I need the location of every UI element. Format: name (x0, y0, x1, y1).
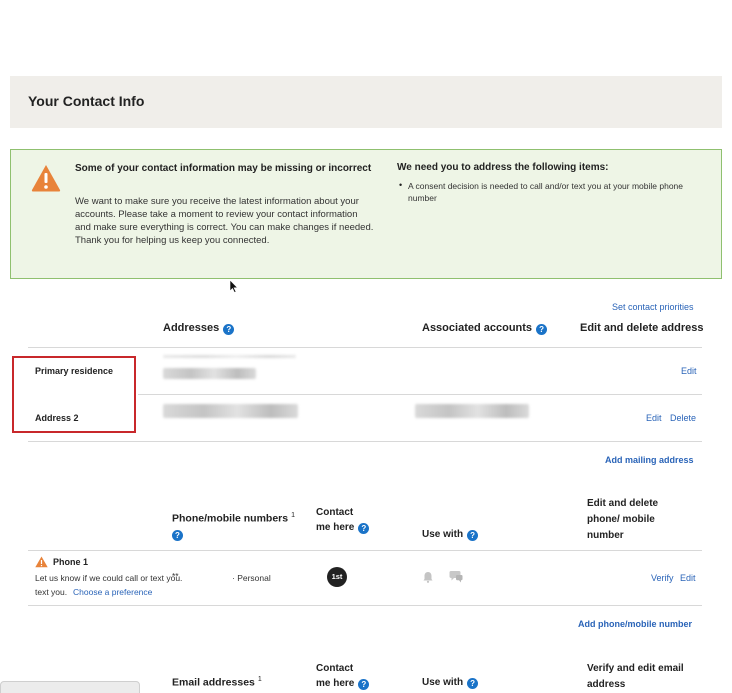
phone-numbers-column-header: Phone/mobile numbers 1 (172, 512, 307, 525)
set-contact-priorities-link[interactable]: Set contact priorities (612, 302, 694, 312)
warning-triangle-icon (35, 556, 48, 568)
bell-icon (423, 572, 433, 583)
phone-type: · Personal (232, 573, 271, 583)
email-contact-line1: Contact (316, 663, 354, 674)
question-circle-icon[interactable]: ? (172, 530, 183, 541)
use-with-label: Use with (422, 529, 464, 540)
email-addresses-column-header: Email addresses 1 (172, 676, 262, 689)
email-contact-me-here-header: Contact me here? (316, 661, 370, 691)
contact-header-line1: Contact (316, 507, 354, 518)
email-use-with-header: Use with? (422, 677, 479, 689)
page-title: Your Contact Info (28, 93, 145, 109)
alert-heading: Some of your contact information may be … (75, 163, 372, 174)
address-row-label: Address 2 (35, 413, 79, 423)
email-edit-line2: address (587, 679, 626, 690)
edit-phone-header-line1: Edit and delete (587, 498, 659, 509)
edit-phone-link[interactable]: Edit (680, 573, 696, 583)
contact-header-line2: me here (316, 522, 355, 533)
chat-icon (449, 571, 463, 583)
addresses-header-label: Addresses (163, 322, 220, 334)
phone-row-label: Phone 1 (53, 557, 89, 567)
question-circle-icon[interactable]: ? (358, 679, 370, 690)
priority-badge: 1st (327, 567, 347, 587)
email-header-label: Email addresses (172, 676, 255, 689)
delete-address-link[interactable]: Delete (670, 413, 696, 423)
footnote-marker: 1 (291, 512, 296, 519)
addresses-column-header: Addresses? (163, 322, 235, 335)
question-circle-icon[interactable]: ? (467, 530, 479, 541)
bullet: • (399, 180, 403, 190)
verify-phone-link[interactable]: Verify (651, 573, 674, 583)
divider (28, 605, 702, 606)
email-contact-line2: me here (316, 678, 355, 689)
mouse-pointer-icon (229, 279, 239, 293)
redacted-account (415, 404, 529, 418)
associated-accounts-column-header: Associated accounts? (422, 322, 548, 335)
edit-delete-address-header: Edit and delete address (580, 322, 704, 334)
warning-triangle-icon (31, 165, 61, 192)
edit-phone-header-line2: phone/ mobile (587, 514, 655, 525)
redacted-address (163, 355, 296, 358)
phone-preference-note-tail: text you. (35, 587, 68, 597)
question-circle-icon[interactable]: ? (223, 324, 235, 335)
contact-me-here-header: Contact me here? (316, 505, 370, 535)
question-circle-icon[interactable]: ? (536, 324, 548, 335)
edit-address-link[interactable]: Edit (681, 366, 697, 376)
edit-phone-header-line3: number (587, 530, 624, 541)
verify-edit-email-header: Verify and edit email address (587, 661, 684, 693)
footnote-marker: 1 (257, 676, 262, 683)
email-use-with-label: Use with (422, 677, 464, 688)
accounts-header-label: Associated accounts (422, 322, 533, 334)
bottom-overlay-tab (0, 681, 140, 693)
divider (28, 347, 702, 348)
question-circle-icon[interactable]: ? (358, 523, 370, 534)
divider (138, 394, 702, 395)
email-edit-line1: Verify and edit email (587, 663, 684, 674)
add-mailing-address-link[interactable]: Add mailing address (605, 455, 694, 465)
choose-preference-link[interactable]: Choose a preference (73, 587, 152, 597)
use-with-header: Use with? (422, 529, 479, 541)
phone-number-masked: ** (172, 571, 179, 581)
add-phone-number-link[interactable]: Add phone/mobile number (578, 619, 692, 629)
alert-items-heading: We need you to address the following ite… (397, 162, 609, 173)
redacted-address (163, 368, 256, 379)
divider (28, 441, 702, 442)
edit-delete-phone-header: Edit and delete phone/ mobile number (587, 496, 658, 544)
phone-preference-note: Let us know if we could call or text you… (35, 573, 183, 583)
question-circle-icon[interactable]: ? (467, 678, 479, 689)
alert-body: We want to make sure you receive the lat… (75, 196, 374, 246)
address-row-label: Primary residence (35, 366, 114, 376)
phone-header-label: Phone/mobile numbers (172, 512, 289, 525)
redacted-address (163, 404, 298, 418)
divider (28, 550, 702, 551)
phone-preference-note: text you. (35, 587, 67, 597)
alert-item: A consent decision is needed to call and… (408, 181, 684, 203)
edit-address-link[interactable]: Edit (646, 413, 662, 423)
